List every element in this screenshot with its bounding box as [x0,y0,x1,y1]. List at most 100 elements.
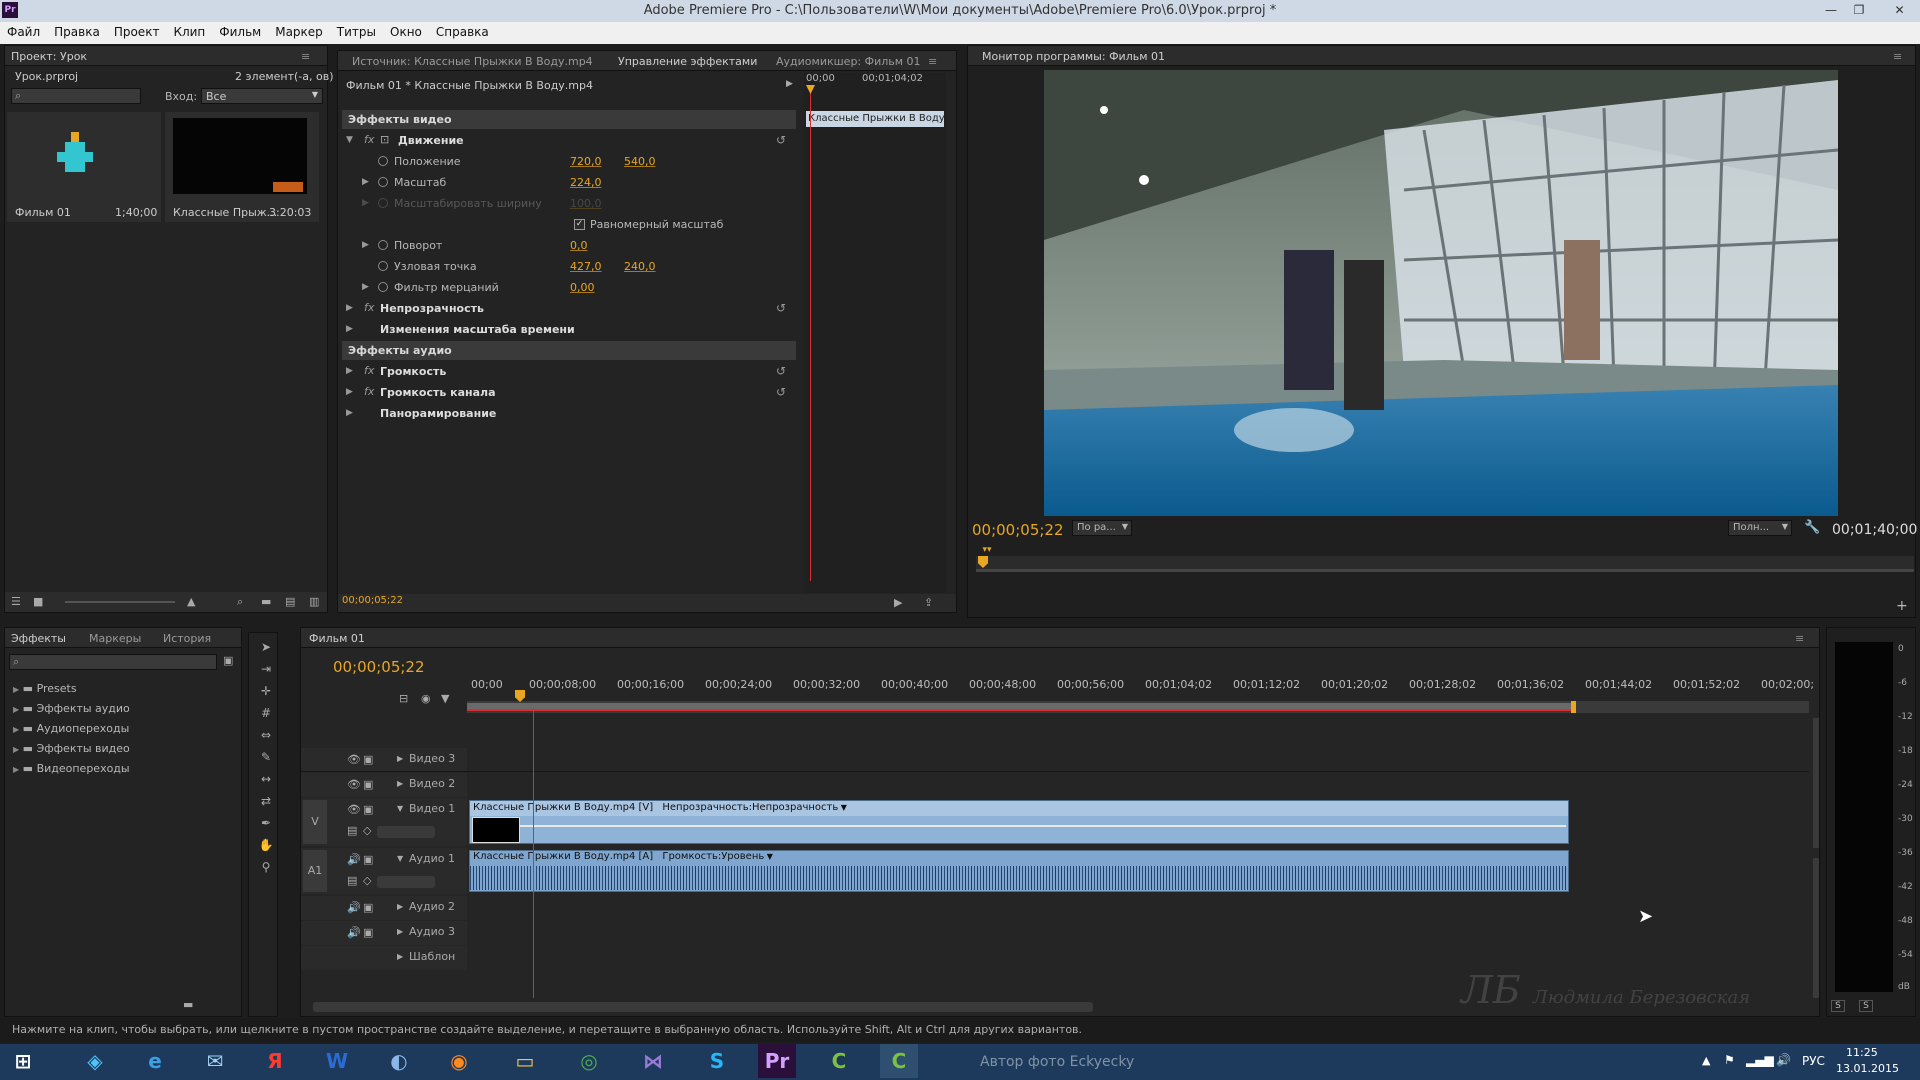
expand-triangle-icon[interactable]: ▶ [346,324,353,334]
lock-icon[interactable]: ▣ [363,778,373,791]
effects-item-presets[interactable]: ▶ ▬ Presets [13,682,77,695]
premiere-taskbar-icon[interactable]: Pr [758,1044,796,1078]
menu-marker[interactable]: Маркер [268,22,330,39]
expand-triangle-icon[interactable]: ▶ [397,754,403,763]
tab-effect-controls[interactable]: Управление эффектами [618,55,757,68]
anchor-y-value[interactable]: 240,0 [624,260,656,273]
word-icon[interactable]: W [318,1044,356,1078]
effects-item-audio-transitions[interactable]: ▶ ▬ Аудиопереходы [13,722,129,735]
firefox-icon[interactable]: ◉ [440,1044,478,1078]
yandex-browser-icon[interactable]: Я [256,1044,294,1078]
track-video-3[interactable]: 👁 ▣ ▶ Видео 3 [301,748,1809,772]
wrench-icon[interactable]: 🔧 [1804,520,1820,535]
track-audio-3[interactable]: 🔊 ▣ ▶ Аудио 3 [301,921,1809,945]
reset-icon[interactable]: ↺ [776,385,786,399]
motion-effect-row[interactable]: ▼ fx ⊡ Движение ↺ [342,131,796,151]
keyframe-icon[interactable]: ◇ [363,874,371,887]
scale-value[interactable]: 224,0 [570,176,602,189]
panel-menu-icon[interactable]: ≡ [1795,632,1804,645]
menu-project[interactable]: Проект [107,22,167,39]
channel-volume-row[interactable]: ▶ fx Громкость канала ↺ [342,383,796,403]
play-audio-icon[interactable]: ▶ [894,596,902,609]
lock-icon[interactable]: ▣ [363,853,373,866]
solo-right-button[interactable]: S [1859,1000,1873,1012]
fx-icon[interactable]: fx [364,301,374,314]
menu-file[interactable]: Файл [0,22,47,39]
fx-icon[interactable]: fx [364,364,374,377]
mini-playhead[interactable] [810,85,811,581]
slide-tool-icon[interactable]: ⇄ [258,794,274,810]
pen-tool-icon[interactable]: ✒ [258,816,274,832]
set-encore-marker-icon[interactable]: ◉ [421,692,431,705]
menu-sequence[interactable]: Фильм [212,22,268,39]
network-icon[interactable]: ▂▄▆ [1746,1053,1774,1067]
menu-title[interactable]: Титры [330,22,383,39]
effects-item-video-effects[interactable]: ▶ ▬ Эффекты видео [13,742,130,755]
visual-studio-icon[interactable]: ⋈ [634,1044,672,1078]
expand-triangle-icon[interactable]: ▶ [346,387,353,397]
solo-left-button[interactable]: S [1831,1000,1845,1012]
eye-icon[interactable]: 👁 [347,803,361,816]
lock-icon[interactable]: ▣ [363,753,373,766]
opacity-effect-row[interactable]: ▶ fx Непрозрачность ↺ [342,299,796,319]
skype-icon[interactable]: S [698,1044,736,1078]
export-icon[interactable]: ⇪ [924,596,933,609]
keyframe-nav[interactable] [377,826,435,838]
playback-quality-select[interactable]: Полн... ▼ [1728,520,1792,536]
lock-icon[interactable]: ▣ [363,901,373,914]
mini-playhead-handle[interactable] [806,85,815,94]
new-custom-bin-icon[interactable]: ▣ [223,654,233,667]
eye-icon[interactable]: 👁 [347,778,361,791]
mail-icon[interactable]: ✉ [196,1044,234,1078]
program-zoom-bar[interactable] [976,569,1914,572]
video-vertical-scrollbar[interactable] [1813,718,1819,848]
tab-audio-mixer[interactable]: Аудиомикшер: Фильм 01 [776,55,921,68]
audio-clip[interactable]: Классные Прыжки В Воду.mp4 [A] Громкость… [469,850,1569,892]
reset-icon[interactable]: ↺ [776,133,786,147]
taskbar-app-icon[interactable]: ◈ [76,1044,114,1078]
lock-icon[interactable]: ▣ [363,803,373,816]
tab-history[interactable]: История [163,632,211,645]
program-time-ruler[interactable] [976,556,1914,572]
video-clip[interactable]: Классные Прыжки В Воду.mp4 [V] Непрозрач… [469,800,1569,844]
collapse-triangle-icon[interactable]: ▼ [397,854,403,863]
play-clip-icon[interactable]: ▶ [786,79,793,89]
automate-icon[interactable]: ▲ [187,595,195,608]
button-editor-plus-icon[interactable]: + [1896,598,1908,614]
ripple-edit-tool-icon[interactable]: ✛ [258,684,274,700]
audio-source-target[interactable]: A1 [303,850,327,892]
slip-tool-icon[interactable]: ↔ [258,772,274,788]
timeline-playhead-line[interactable] [533,708,534,998]
clock-time[interactable]: 11:25 [1846,1046,1878,1059]
work-area-bar[interactable] [467,701,1809,713]
display-style-icon[interactable]: ▤ [347,874,357,887]
zoom-slider[interactable] [65,601,175,603]
file-explorer-icon[interactable]: ▭ [506,1044,544,1078]
windows-start-icon[interactable]: ⊞ [4,1044,42,1078]
expand-triangle-icon[interactable]: ▶ [346,303,353,313]
in-out-marker-icon[interactable]: ▾▾ [976,544,998,558]
mini-clip-bar[interactable]: Классные Прыжки В Воду [806,111,944,127]
program-video-frame[interactable] [1044,70,1838,516]
tab-sequence[interactable]: Фильм 01 [309,632,365,645]
timeline-timecode[interactable]: 00;00;05;22 [333,658,425,676]
panner-row[interactable]: ▶ Панорамирование [342,404,796,424]
icon-view-icon[interactable]: ■ [33,595,43,608]
new-bin-icon[interactable]: ▬ [261,595,271,608]
snap-icon[interactable]: ⊟ [399,692,408,705]
timeline-horizontal-scrollbar[interactable] [313,1002,1093,1012]
expand-triangle-icon[interactable]: ▶ [397,779,403,788]
expand-triangle-icon[interactable]: ▶ [362,282,369,292]
volume-row[interactable]: ▶ fx Громкость ↺ [342,362,796,382]
video-source-target[interactable]: V [303,800,327,844]
position-x-value[interactable]: 720,0 [570,155,602,168]
effects-item-video-transitions[interactable]: ▶ ▬ Видеопереходы [13,762,130,775]
reset-icon[interactable]: ↺ [776,364,786,378]
input-filter-select[interactable]: Все ▼ [201,88,323,104]
menu-clip[interactable]: Клип [166,22,212,39]
speaker-icon[interactable]: 🔊 [347,901,361,914]
panel-menu-icon[interactable]: ≡ [301,50,310,63]
tab-program-monitor[interactable]: Монитор программы: Фильм 01 [982,50,1165,63]
expand-triangle-icon[interactable]: ▶ [346,366,353,376]
trash-icon[interactable]: ▥ [309,595,319,608]
